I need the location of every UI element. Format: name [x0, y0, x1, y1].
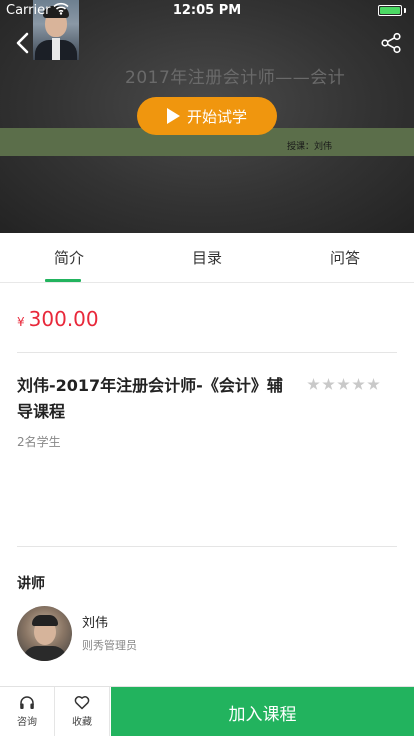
join-course-button[interactable]: 加入课程	[111, 687, 414, 736]
tab-intro[interactable]: 简介	[0, 233, 138, 282]
share-icon[interactable]	[380, 32, 402, 54]
play-icon	[166, 108, 180, 124]
divider	[17, 546, 397, 547]
course-tabs: 简介 目录 问答	[0, 233, 414, 283]
tab-qa-label: 问答	[329, 249, 360, 267]
favorite-label: 收藏	[72, 717, 92, 728]
star-icon	[367, 378, 380, 390]
divider	[17, 352, 397, 353]
star-icon	[337, 378, 350, 390]
lecturer-name: 刘伟	[82, 616, 109, 631]
battery-icon	[378, 5, 402, 16]
active-tab-indicator	[45, 279, 81, 282]
favorite-button[interactable]: 收藏	[55, 687, 110, 736]
star-icon	[352, 378, 365, 390]
price-value: 300.00	[28, 307, 99, 331]
video-banner-title: 2017年注册会计师——会计	[125, 68, 346, 88]
course-price: ¥300.00	[17, 307, 99, 331]
course-title: 刘伟-2017年注册会计师-《会计》辅导课程	[17, 376, 283, 421]
currency-symbol: ¥	[17, 315, 25, 329]
rating-stars	[307, 378, 380, 391]
battery-tip	[404, 8, 406, 13]
lecturer-section-label: 讲师	[17, 576, 45, 592]
status-time: 12:05 PM	[172, 3, 242, 18]
join-course-label: 加入课程	[228, 704, 297, 725]
consult-button[interactable]: 咨询	[0, 687, 55, 736]
tab-catalog-label: 目录	[191, 249, 222, 267]
heart-icon	[74, 696, 90, 710]
video-teacher-line: 授课：刘伟	[287, 142, 333, 152]
start-trial-label: 开始试学	[186, 107, 247, 126]
tab-catalog[interactable]: 目录	[138, 233, 276, 282]
star-icon	[322, 378, 335, 390]
avatar[interactable]	[17, 606, 72, 661]
bottom-action-bar: 咨询 收藏 加入课程	[0, 686, 414, 736]
consult-label: 咨询	[17, 717, 37, 728]
tab-intro-label: 简介	[53, 249, 84, 267]
lecturer-role: 则秀管理员	[82, 639, 137, 652]
student-count: 2名学生	[17, 435, 61, 449]
course-video-header: Carrier 12:05 PM 2017年注册会计师——会计 开始试学 授课：…	[0, 0, 414, 233]
start-trial-button[interactable]: 开始试学	[137, 97, 277, 135]
tab-qa[interactable]: 问答	[276, 233, 414, 282]
star-icon	[307, 378, 320, 390]
headphones-icon	[20, 696, 34, 709]
status-bar: Carrier 12:05 PM	[0, 0, 414, 22]
back-icon[interactable]	[12, 30, 34, 56]
